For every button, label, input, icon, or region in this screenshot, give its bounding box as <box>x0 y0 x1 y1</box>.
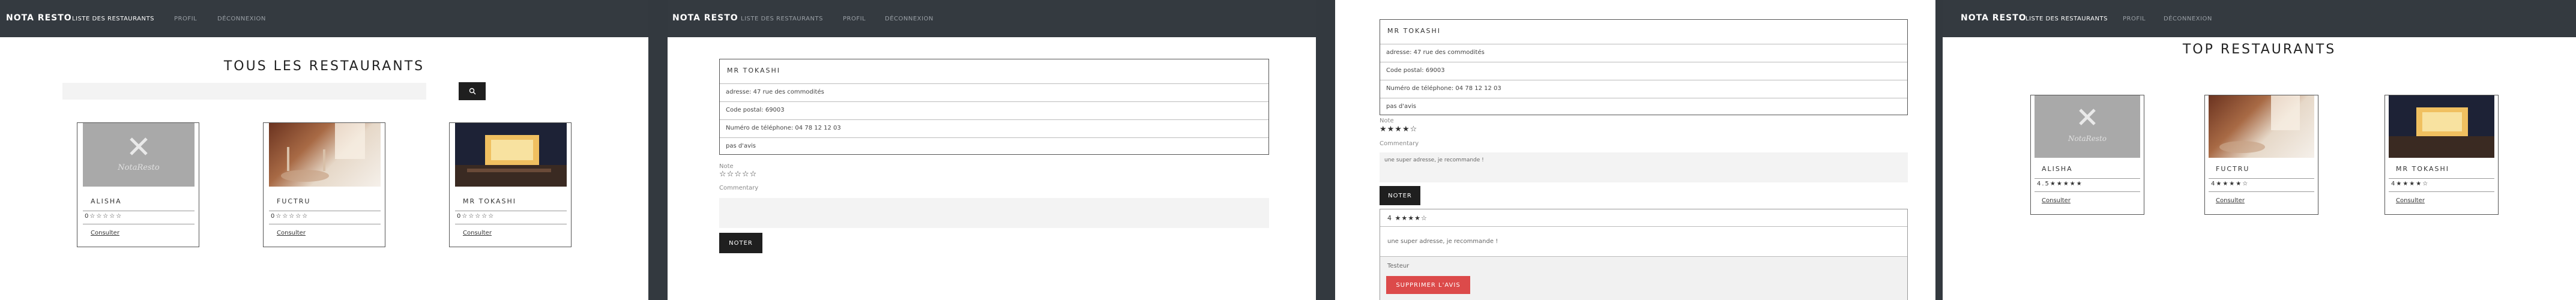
rating-stars: 0☆☆☆☆☆ <box>271 213 309 220</box>
page-title: TOUS LES RESTAURANTS <box>223 59 425 74</box>
rating-stars: 4★★★★☆ <box>2391 181 2430 187</box>
nav-link-logout[interactable]: DÉCONNEXION <box>885 16 934 22</box>
restaurant-info: MR TOKASHI adresse: 47 rue des commodité… <box>719 59 1269 155</box>
restaurant-photo <box>2389 95 2494 158</box>
restaurant-card: MR TOKASHI 0☆☆☆☆☆ Consulter <box>449 122 572 247</box>
svg-text:NotaResto: NotaResto <box>117 163 160 172</box>
restaurant-photo <box>269 123 381 187</box>
consult-link[interactable]: Consulter <box>91 230 119 236</box>
navbar: NOTA RESTO LISTE DES RESTAURANTS PROFIL … <box>668 0 1316 37</box>
brand-logo[interactable]: NOTA RESTO <box>672 13 738 23</box>
nav-link-profile[interactable]: PROFIL <box>843 16 866 22</box>
restaurant-card: MR TOKASHI 4★★★★☆ Consulter <box>2384 95 2499 215</box>
commentary-label: Commentary <box>719 185 759 191</box>
screen-top-restaurants: NOTA RESTO LISTE DES RESTAURANTS PROFIL … <box>1943 0 2576 300</box>
navbar: NOTA RESTO LISTE DES RESTAURANTS PROFIL … <box>0 0 648 37</box>
restaurant-card: FUCTRU 0☆☆☆☆☆ Consulter <box>263 122 385 247</box>
nav-link-list[interactable]: LISTE DES RESTAURANTS <box>2026 16 2108 22</box>
restaurant-name: MR TOKASHI <box>727 67 781 74</box>
postal-row: Code postal: 69003 <box>720 101 1268 119</box>
address-row: adresse: 47 rue des commodités <box>720 83 1268 101</box>
rating-stars: 0☆☆☆☆☆ <box>85 213 123 220</box>
no-review-row: pas d'avis <box>1380 98 1907 115</box>
restaurant-name: FUCTRU <box>2216 165 2250 173</box>
rating-stars: 4.5★★★★★ <box>2037 181 2083 187</box>
restaurant-photo <box>2209 95 2314 158</box>
phone-row: Numéro de téléphone: 04 78 12 12 03 <box>1380 80 1907 98</box>
nav-link-logout[interactable]: DÉCONNEXION <box>2164 16 2212 22</box>
restaurant-name: MR TOKASHI <box>1387 27 1441 35</box>
consult-link[interactable]: Consulter <box>277 230 306 236</box>
divider <box>2389 191 2494 192</box>
divider <box>2209 191 2314 192</box>
placeholder-logo: NotaResto <box>2035 95 2140 158</box>
screen-restaurant-list: NOTA RESTO LISTE DES RESTAURANTS PROFIL … <box>0 0 648 300</box>
page-title: TOP RESTAURANTS <box>2182 42 2336 57</box>
search-button[interactable] <box>459 82 486 100</box>
consult-link[interactable]: Consulter <box>463 230 492 236</box>
commentary-input[interactable]: une super adresse, je recommande ! <box>1380 152 1908 182</box>
restaurant-name: FUCTRU <box>277 197 311 205</box>
restaurant-info: MR TOKASHI adresse: 47 rue des commodité… <box>1380 19 1908 115</box>
rating-stars: 0☆☆☆☆☆ <box>457 213 495 220</box>
restaurant-name: ALISHA <box>91 197 122 205</box>
rating-input[interactable]: ★★★★☆ <box>1380 125 1417 134</box>
restaurant-name: MR TOKASHI <box>463 197 517 205</box>
search-input[interactable] <box>62 83 426 100</box>
brand-logo[interactable]: NOTA RESTO <box>1961 13 2027 23</box>
placeholder-logo: NotaResto <box>83 123 195 187</box>
restaurant-card: NotaResto ALISHA 4.5★★★★★ Consulter <box>2030 95 2144 215</box>
phone-row: Numéro de téléphone: 04 78 12 12 03 <box>720 119 1268 137</box>
nav-link-profile[interactable]: PROFIL <box>2123 16 2146 22</box>
search-icon <box>469 88 475 95</box>
navbar: NOTA RESTO LISTE DES RESTAURANTS PROFIL … <box>1943 0 2576 37</box>
review-stars: 4 ★★★★☆ <box>1387 214 1428 222</box>
nav-link-profile[interactable]: PROFIL <box>174 16 197 22</box>
submit-rating-button[interactable]: NOTER <box>1380 186 1420 205</box>
restaurant-card: NotaResto ALISHA 0☆☆☆☆☆ Consulter <box>77 122 199 247</box>
restaurant-card: FUCTRU 4★★★★☆ Consulter <box>2204 95 2318 215</box>
restaurant-photo <box>455 123 567 187</box>
restaurant-name: MR TOKASHI <box>2396 165 2450 173</box>
screen-restaurant-detail: NOTA RESTO LISTE DES RESTAURANTS PROFIL … <box>668 0 1316 300</box>
consult-link[interactable]: Consulter <box>2042 197 2071 204</box>
svg-text:NotaResto: NotaResto <box>2068 134 2107 143</box>
review-card: 4 ★★★★☆ une super adresse, je recommande… <box>1380 209 1908 300</box>
divider <box>2209 178 2314 179</box>
divider <box>2035 191 2140 192</box>
note-label: Note <box>719 163 734 170</box>
commentary-label: Commentary <box>1380 140 1419 147</box>
nav-link-list[interactable]: LISTE DES RESTAURANTS <box>72 16 154 22</box>
divider <box>2035 178 2140 179</box>
postal-row: Code postal: 69003 <box>1380 62 1907 80</box>
delete-review-button[interactable]: SUPPRIMER L'AVIS <box>1386 276 1470 294</box>
brand-logo[interactable]: NOTA RESTO <box>6 13 72 23</box>
review-text: une super adresse, je recommande ! <box>1387 238 1498 245</box>
review-author: Testeur <box>1387 263 1410 269</box>
restaurant-name: ALISHA <box>2042 165 2073 173</box>
rating-stars: 4★★★★☆ <box>2211 181 2249 187</box>
commentary-input[interactable] <box>719 198 1269 228</box>
note-label: Note <box>1380 118 1394 124</box>
address-row: adresse: 47 rue des commodités <box>1380 44 1907 62</box>
nav-link-list[interactable]: LISTE DES RESTAURANTS <box>741 16 823 22</box>
submit-rating-button[interactable]: NOTER <box>719 233 762 253</box>
rating-input[interactable]: ☆☆☆☆☆ <box>719 170 757 179</box>
consult-link[interactable]: Consulter <box>2216 197 2245 204</box>
review-footer: Testeur SUPPRIMER L'AVIS <box>1380 256 1907 300</box>
screen-restaurant-detail-scrolled: MR TOKASHI adresse: 47 rue des commodité… <box>1335 0 1935 300</box>
divider <box>2389 178 2494 179</box>
no-review-row: pas d'avis <box>720 137 1268 155</box>
consult-link[interactable]: Consulter <box>2396 197 2425 204</box>
nav-link-logout[interactable]: DÉCONNEXION <box>217 16 266 22</box>
